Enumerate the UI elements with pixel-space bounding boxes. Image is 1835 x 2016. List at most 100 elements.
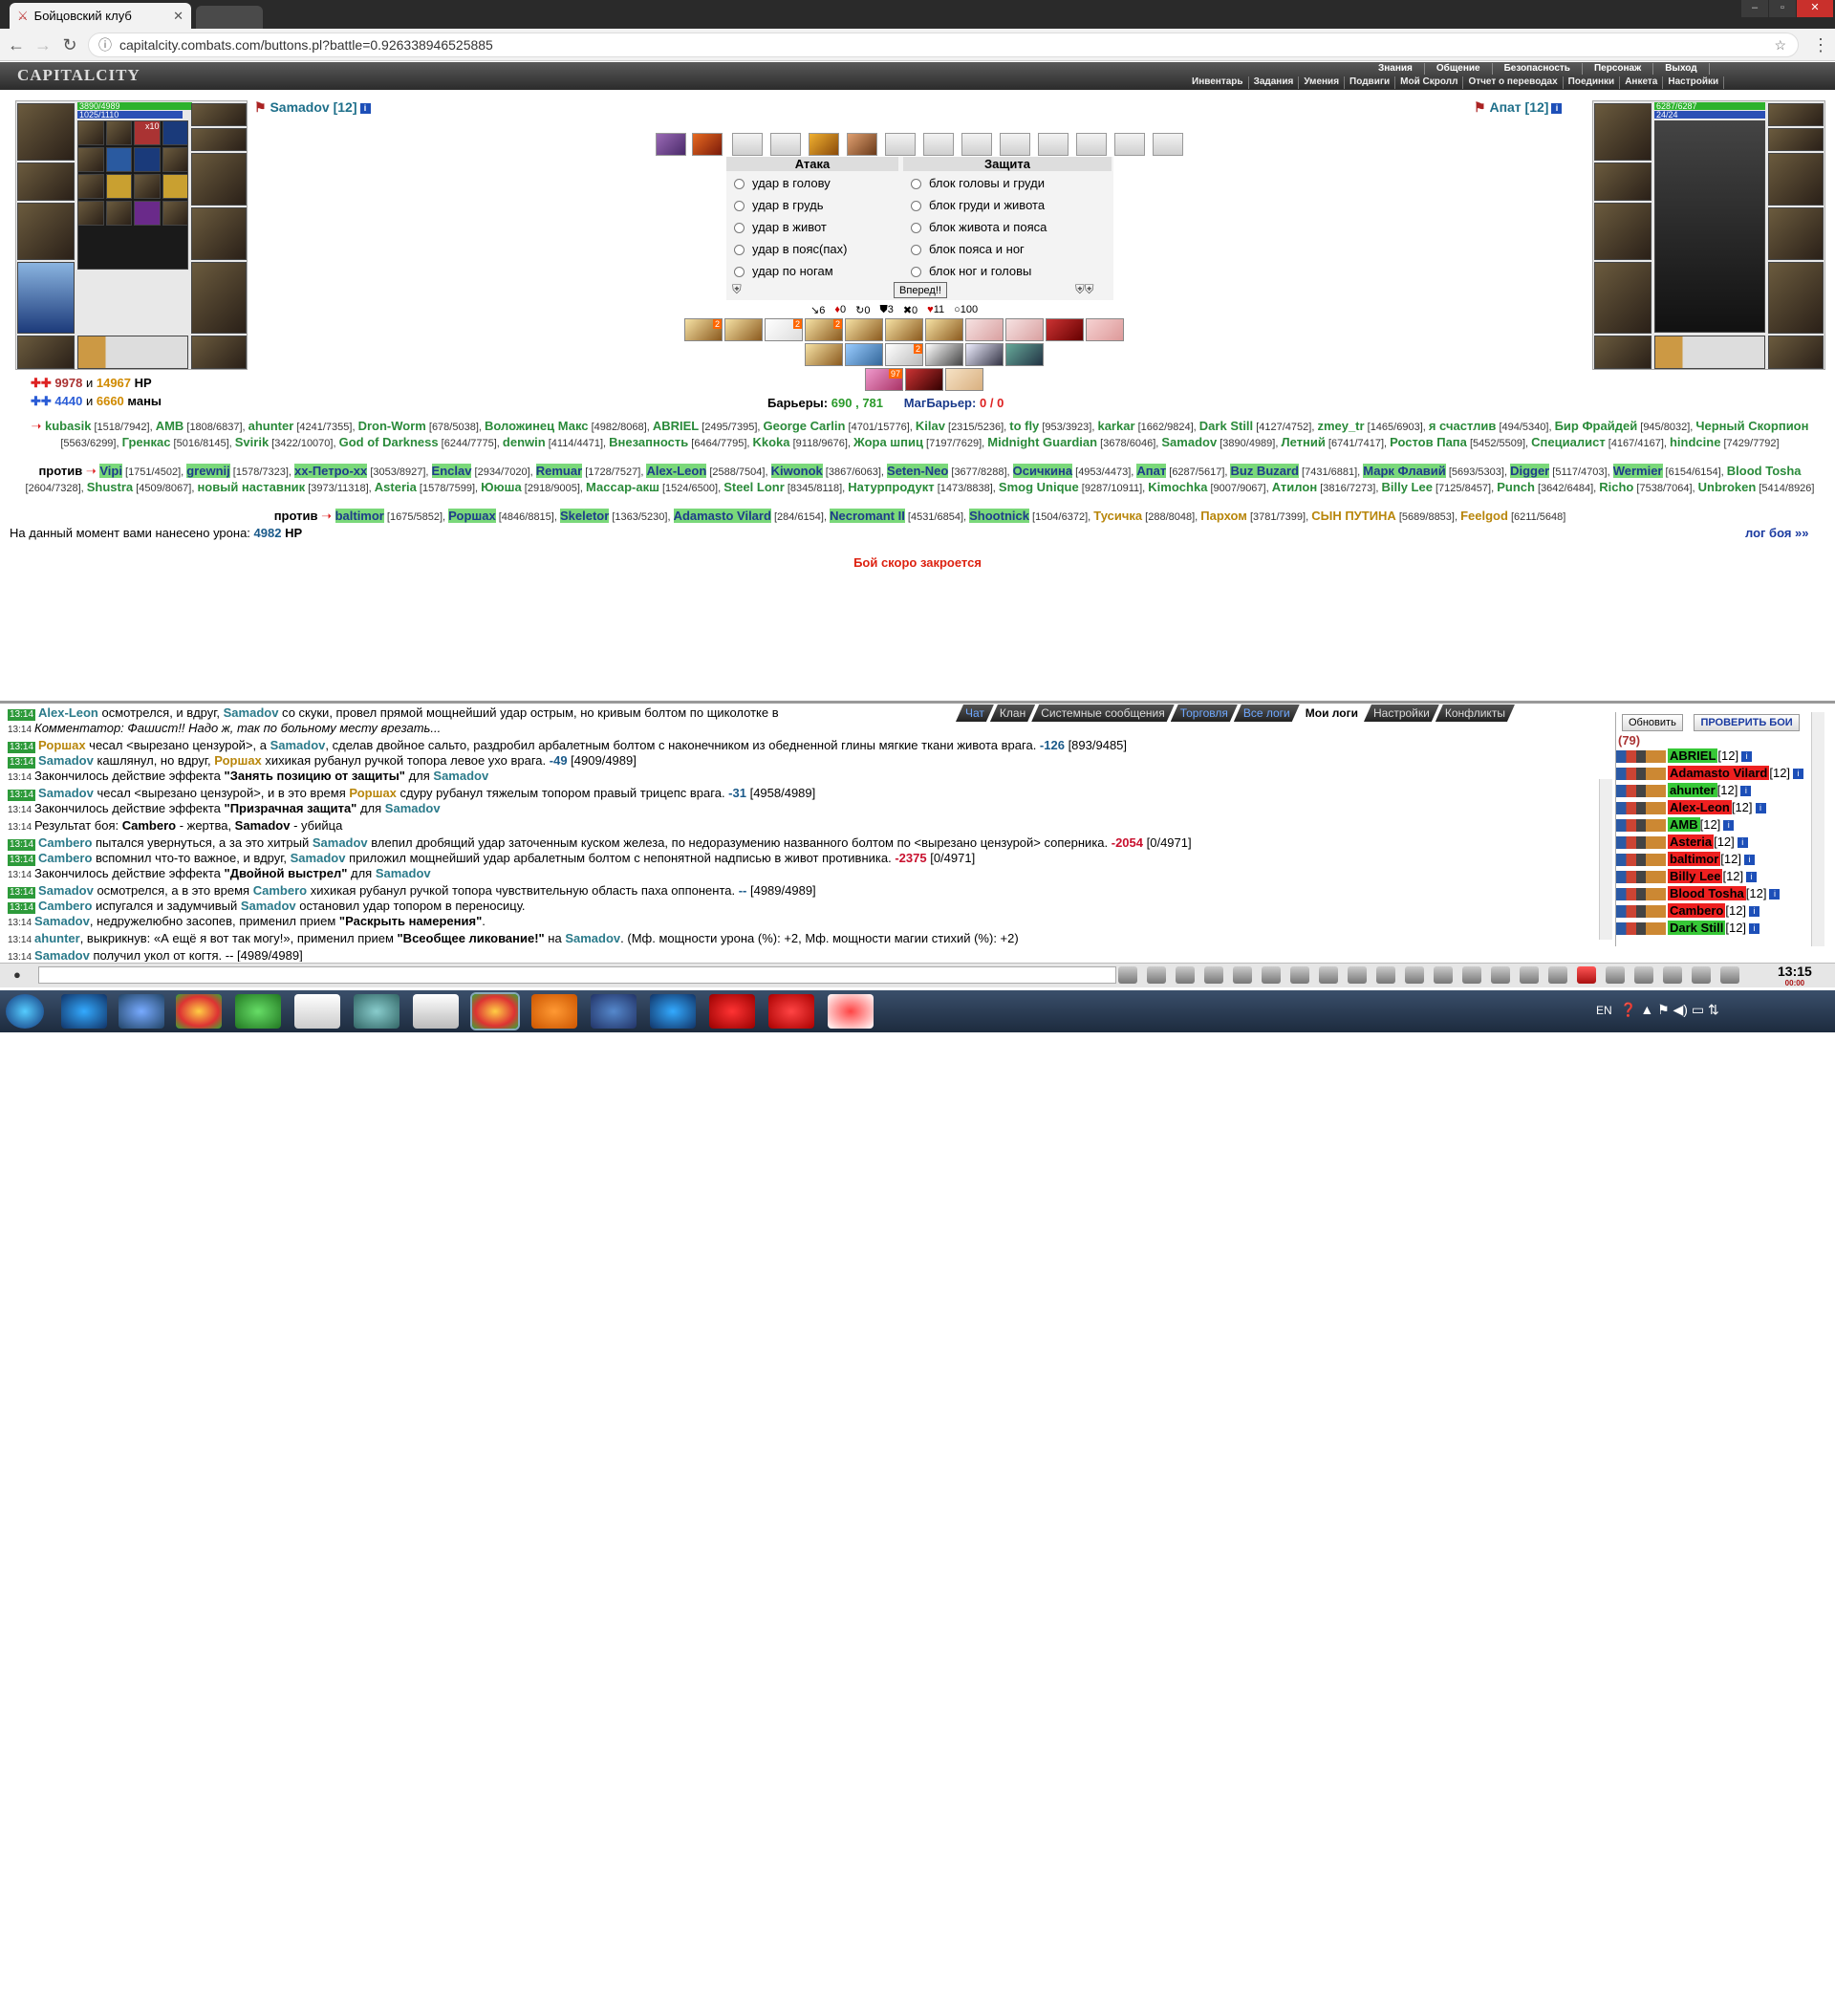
fighter-name[interactable]: Kilav	[916, 419, 945, 433]
fighter-name[interactable]: hindcine	[1670, 435, 1720, 449]
app-a-icon[interactable]	[235, 994, 281, 1029]
user-status-icons[interactable]	[1616, 785, 1666, 798]
message-time[interactable]: 13:14	[8, 887, 36, 899]
weapon-slot[interactable]	[17, 203, 75, 260]
fighter-name[interactable]: Seten-Neo	[887, 464, 949, 478]
helmet-slot[interactable]	[1594, 103, 1652, 161]
armor-slot[interactable]	[1594, 262, 1652, 334]
chat-nick[interactable]: Samadov	[313, 835, 368, 850]
fighter-name[interactable]: Wermier	[1612, 464, 1663, 478]
sphere-icon[interactable]	[1376, 966, 1395, 984]
radio-button[interactable]	[911, 267, 921, 278]
spell-slot[interactable]	[162, 120, 188, 145]
chat-nick[interactable]: Samadov	[565, 931, 620, 945]
block-waist-legs[interactable]: блок пояса и ног	[911, 238, 1047, 260]
fighter-name[interactable]: Жора шпиц	[853, 435, 923, 449]
fighter-name[interactable]: СЫН ПУТИНА	[1311, 509, 1396, 523]
message-time[interactable]: 13:14	[8, 839, 36, 851]
user-name[interactable]: ahunter	[1668, 783, 1717, 797]
fighter-name[interactable]: Smog Unique	[999, 480, 1079, 494]
menu-inventory[interactable]: Инвентарь	[1187, 76, 1249, 89]
spell-slot[interactable]	[162, 147, 188, 172]
user-row[interactable]: Asteria [12] i	[1616, 834, 1821, 851]
effect-slot[interactable]	[692, 133, 723, 156]
skill-icon[interactable]	[885, 318, 923, 341]
attack-legs[interactable]: удар по ногам	[734, 260, 847, 282]
system-clock[interactable]: 14:15 15.12.2021	[1760, 1989, 1813, 2016]
chat-input[interactable]	[38, 966, 1116, 984]
fighter-name[interactable]: Samadov	[1161, 435, 1217, 449]
user-status-icons[interactable]	[1616, 888, 1666, 901]
message-time[interactable]: 13:14	[8, 902, 36, 914]
spell-slot[interactable]	[162, 201, 188, 226]
spell-slot[interactable]	[105, 120, 132, 145]
spell-slot[interactable]	[77, 120, 104, 145]
ring-slot[interactable]	[191, 128, 247, 151]
minimize-icon[interactable]: –	[1741, 0, 1768, 17]
battle-log-link[interactable]: лог боя »»	[1745, 526, 1809, 540]
spell-slot[interactable]	[77, 147, 104, 172]
shield-slot[interactable]	[191, 207, 247, 260]
block-chest-belly[interactable]: блок груди и живота	[911, 194, 1047, 216]
gift-icon[interactable]	[1606, 966, 1625, 984]
spell-slot[interactable]: x10	[134, 120, 161, 145]
skill-icon[interactable]: 2	[684, 318, 723, 341]
message-icon[interactable]	[1663, 966, 1682, 984]
effect-slot[interactable]	[847, 133, 877, 156]
message-time[interactable]: 13:14	[8, 757, 36, 769]
helmet-slot[interactable]	[17, 103, 75, 161]
skill-icon[interactable]	[945, 368, 983, 391]
menu-my-scroll[interactable]: Мой Скролл	[1395, 76, 1464, 89]
info-icon[interactable]: ⓘ	[98, 33, 112, 56]
swords-icon[interactable]	[1262, 966, 1281, 984]
belt-slot[interactable]	[17, 336, 75, 369]
gloves-slot[interactable]	[191, 153, 247, 206]
skill-icon[interactable]	[1005, 318, 1044, 341]
radio-button[interactable]	[911, 223, 921, 234]
spell-slot[interactable]	[134, 174, 161, 199]
fighter-name[interactable]: Skeletor	[559, 509, 610, 523]
spell-slot[interactable]	[77, 201, 104, 226]
user-row[interactable]: ABRIEL [12] i	[1616, 748, 1821, 765]
chat-nick[interactable]: Samadov	[34, 914, 90, 928]
info-icon[interactable]: i	[1741, 751, 1753, 763]
fighter-name[interactable]: Svirik	[235, 435, 269, 449]
info-icon[interactable]: i	[1755, 803, 1766, 814]
user-status-icons[interactable]	[1616, 871, 1666, 884]
chat-nick[interactable]: Роршах	[214, 753, 262, 768]
vk-icon[interactable]	[591, 994, 637, 1029]
chat-nick[interactable]: Роршах	[38, 738, 86, 752]
chat-nick[interactable]: Samadov	[385, 801, 441, 815]
fighter-name[interactable]: Марк Флавий	[1363, 464, 1446, 478]
chat-divider[interactable]	[0, 701, 1835, 704]
fighter-name[interactable]: God of Darkness	[339, 435, 439, 449]
radio-button[interactable]	[734, 245, 745, 256]
skill-icon[interactable]: 2	[805, 318, 843, 341]
user-status-icons[interactable]	[1616, 802, 1666, 815]
fighter-name[interactable]: xx-Петро-xx	[294, 464, 368, 478]
menu-exit[interactable]: Выход	[1653, 63, 1710, 75]
radio-button[interactable]	[911, 201, 921, 212]
message-time[interactable]: 13:14	[8, 855, 36, 866]
info-icon[interactable]: i	[1749, 906, 1760, 918]
info-icon[interactable]: i	[1749, 923, 1760, 935]
user-status-icons[interactable]	[1616, 922, 1666, 936]
language-indicator[interactable]: EN	[1596, 1004, 1612, 1017]
skill-icon[interactable]: 2	[885, 343, 923, 366]
info-icon[interactable]: i	[1740, 786, 1752, 797]
fighter-name[interactable]: Midnight Guardian	[987, 435, 1097, 449]
user-name[interactable]: AMB	[1668, 817, 1700, 832]
user-row[interactable]: baltimor [12] i	[1616, 851, 1821, 868]
user-row[interactable]: Dark Still [12] i	[1616, 920, 1821, 937]
user-row[interactable]: AMB [12] i	[1616, 816, 1821, 834]
user-row[interactable]: ahunter [12] i	[1616, 782, 1821, 799]
tray-icons[interactable]: ❓ ▲ ⚑ ◀) ▭ ⇅	[1620, 1002, 1719, 1018]
fighter-name[interactable]: Dark Still	[1199, 419, 1253, 433]
user-row[interactable]: Alex-Leon [12] i	[1616, 799, 1821, 816]
fighter-name[interactable]: to fly	[1009, 419, 1039, 433]
pants-slot[interactable]	[191, 262, 247, 334]
info-icon[interactable]: i	[1769, 889, 1781, 900]
fighter-name[interactable]: Ююша	[481, 480, 522, 494]
ok-icon[interactable]	[531, 994, 577, 1029]
fighter-name[interactable]: ahunter	[248, 419, 294, 433]
